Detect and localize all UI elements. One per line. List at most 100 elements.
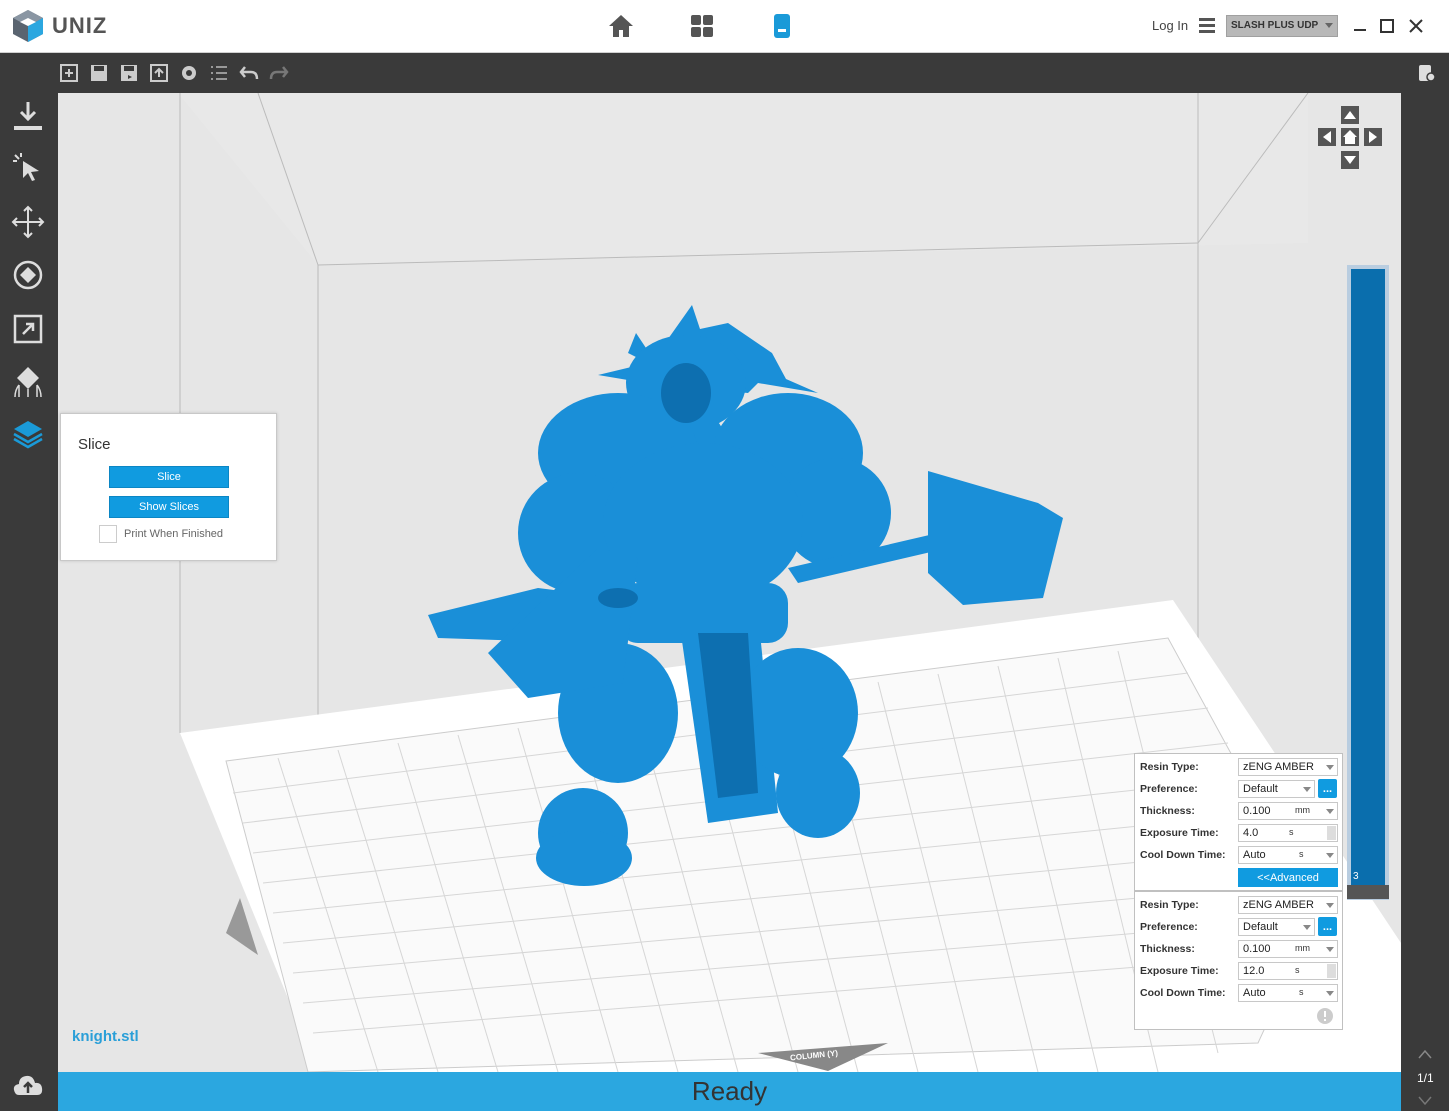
right-sidebar [1401,93,1449,1111]
chevron-down-icon [1326,765,1334,770]
select-icon[interactable] [11,151,45,185]
thickness-value: 0.100 [1243,805,1271,817]
layer-slider-handle[interactable] [1347,885,1389,899]
page-indicator: 1/1 [1417,1071,1434,1085]
scale-icon[interactable] [11,312,45,346]
exposure-time-value: 12.0 [1243,965,1265,977]
status-bar: Ready [58,1072,1401,1111]
exposure-time-label: Exposure Time: [1140,965,1219,977]
chevron-down-icon [1325,23,1333,28]
cool-down-time-unit: s [1299,849,1304,859]
settings-gear-icon[interactable] [179,63,199,83]
exposure-time-input[interactable]: 4.0 s [1238,824,1338,842]
layer-slider-fill [1351,269,1385,887]
exposure-time-input[interactable]: 12.0 s [1238,962,1338,980]
login-link[interactable]: Log In [1152,18,1188,33]
thickness-unit: mm [1295,943,1310,953]
print-when-finished-label: Print When Finished [124,528,224,540]
cool-down-time-value: Auto [1243,987,1266,999]
layer-slider[interactable]: 3 [1347,265,1389,900]
preference-select[interactable]: Default [1238,918,1315,936]
upload-icon[interactable] [11,1069,45,1103]
slice-button[interactable]: Slice [109,466,229,488]
import-icon[interactable] [11,99,45,133]
resin-type-label: Resin Type: [1140,899,1199,911]
preference-more-button[interactable]: ... [1318,779,1337,798]
menu-icon[interactable] [1198,16,1216,34]
chevron-down-icon [1326,853,1334,858]
printer-select-value: SLASH PLUS UDP [1231,20,1319,31]
resin-type-label: Resin Type: [1140,761,1199,773]
cool-down-time-label: Cool Down Time: [1140,849,1226,861]
exposure-time-label: Exposure Time: [1140,827,1219,839]
preference-value: Default [1243,921,1278,933]
page-down-icon[interactable] [1417,1095,1433,1107]
preference-label: Preference: [1140,921,1198,933]
slice-panel: Slice Slice Show Slices Print When Finis… [60,413,277,561]
home-icon[interactable] [607,12,635,40]
camera-down-button[interactable] [1341,151,1359,169]
model-filename: knight.stl [72,1028,139,1045]
chevron-down-icon [1303,925,1311,930]
resin-settings-panel-top: Resin Type: zENG AMBER Preference: Defau… [1134,753,1343,891]
minimize-icon[interactable] [1351,17,1369,35]
left-sidebar [0,93,58,1111]
cool-down-time-select[interactable]: Auto s [1238,846,1338,864]
preference-select[interactable]: Default [1238,780,1315,798]
exposure-time-value: 4.0 [1243,827,1259,839]
warning-icon[interactable] [1316,1007,1334,1025]
preference-more-button[interactable]: ... [1318,917,1337,936]
camera-home-button[interactable] [1341,128,1359,146]
chevron-down-icon [1326,947,1334,952]
title-bar: UNIZ Log In SLASH PLUS UDP [0,0,1449,53]
cool-down-time-unit: s [1299,987,1304,997]
maximize-icon[interactable] [1378,17,1396,35]
slice-layers-icon[interactable] [11,417,45,451]
advanced-toggle-button[interactable]: <<Advanced [1238,868,1338,887]
exposure-spinner[interactable] [1327,964,1336,978]
camera-right-button[interactable] [1364,128,1382,146]
save-icon[interactable] [89,63,109,83]
resin-type-value: zENG AMBER [1243,899,1314,911]
cool-down-time-select[interactable]: Auto s [1238,984,1338,1002]
exposure-spinner[interactable] [1327,826,1336,840]
support-icon[interactable] [11,365,45,399]
resin-type-select[interactable]: zENG AMBER [1238,758,1338,776]
add-model-icon[interactable] [59,63,79,83]
apps-grid-icon[interactable] [688,12,716,40]
slice-panel-title: Slice [78,436,111,453]
thickness-select[interactable]: 0.100 mm [1238,802,1338,820]
undo-icon[interactable] [239,63,259,83]
save-as-icon[interactable] [119,63,139,83]
rotate-icon[interactable] [11,258,45,292]
list-icon[interactable] [209,63,229,83]
preference-value: Default [1243,783,1278,795]
chevron-down-icon [1326,903,1334,908]
thickness-select[interactable]: 0.100 mm [1238,940,1338,958]
uniz-logo-icon [13,10,43,42]
thickness-label: Thickness: [1140,943,1195,955]
show-slices-button[interactable]: Show Slices [109,496,229,518]
export-icon[interactable] [149,63,169,83]
layer-value: 3 [1353,871,1359,882]
printer-settings-icon[interactable] [1416,63,1436,83]
resin-type-select[interactable]: zENG AMBER [1238,896,1338,914]
status-text: Ready [691,1076,768,1106]
move-icon[interactable] [11,205,45,239]
camera-up-button[interactable] [1341,106,1359,124]
page-up-icon[interactable] [1417,1048,1433,1060]
thickness-unit: mm [1295,805,1310,815]
printer-select[interactable]: SLASH PLUS UDP [1226,15,1338,37]
thickness-label: Thickness: [1140,805,1195,817]
chevron-down-icon [1326,991,1334,996]
redo-icon[interactable] [269,63,289,83]
close-icon[interactable] [1407,17,1425,35]
printer-device-icon[interactable] [768,12,796,40]
exposure-time-unit: s [1295,965,1300,975]
preference-label: Preference: [1140,783,1198,795]
thickness-value: 0.100 [1243,943,1271,955]
print-when-finished-checkbox[interactable] [99,525,117,543]
camera-left-button[interactable] [1318,128,1336,146]
resin-type-value: zENG AMBER [1243,761,1314,773]
chevron-down-icon [1303,787,1311,792]
